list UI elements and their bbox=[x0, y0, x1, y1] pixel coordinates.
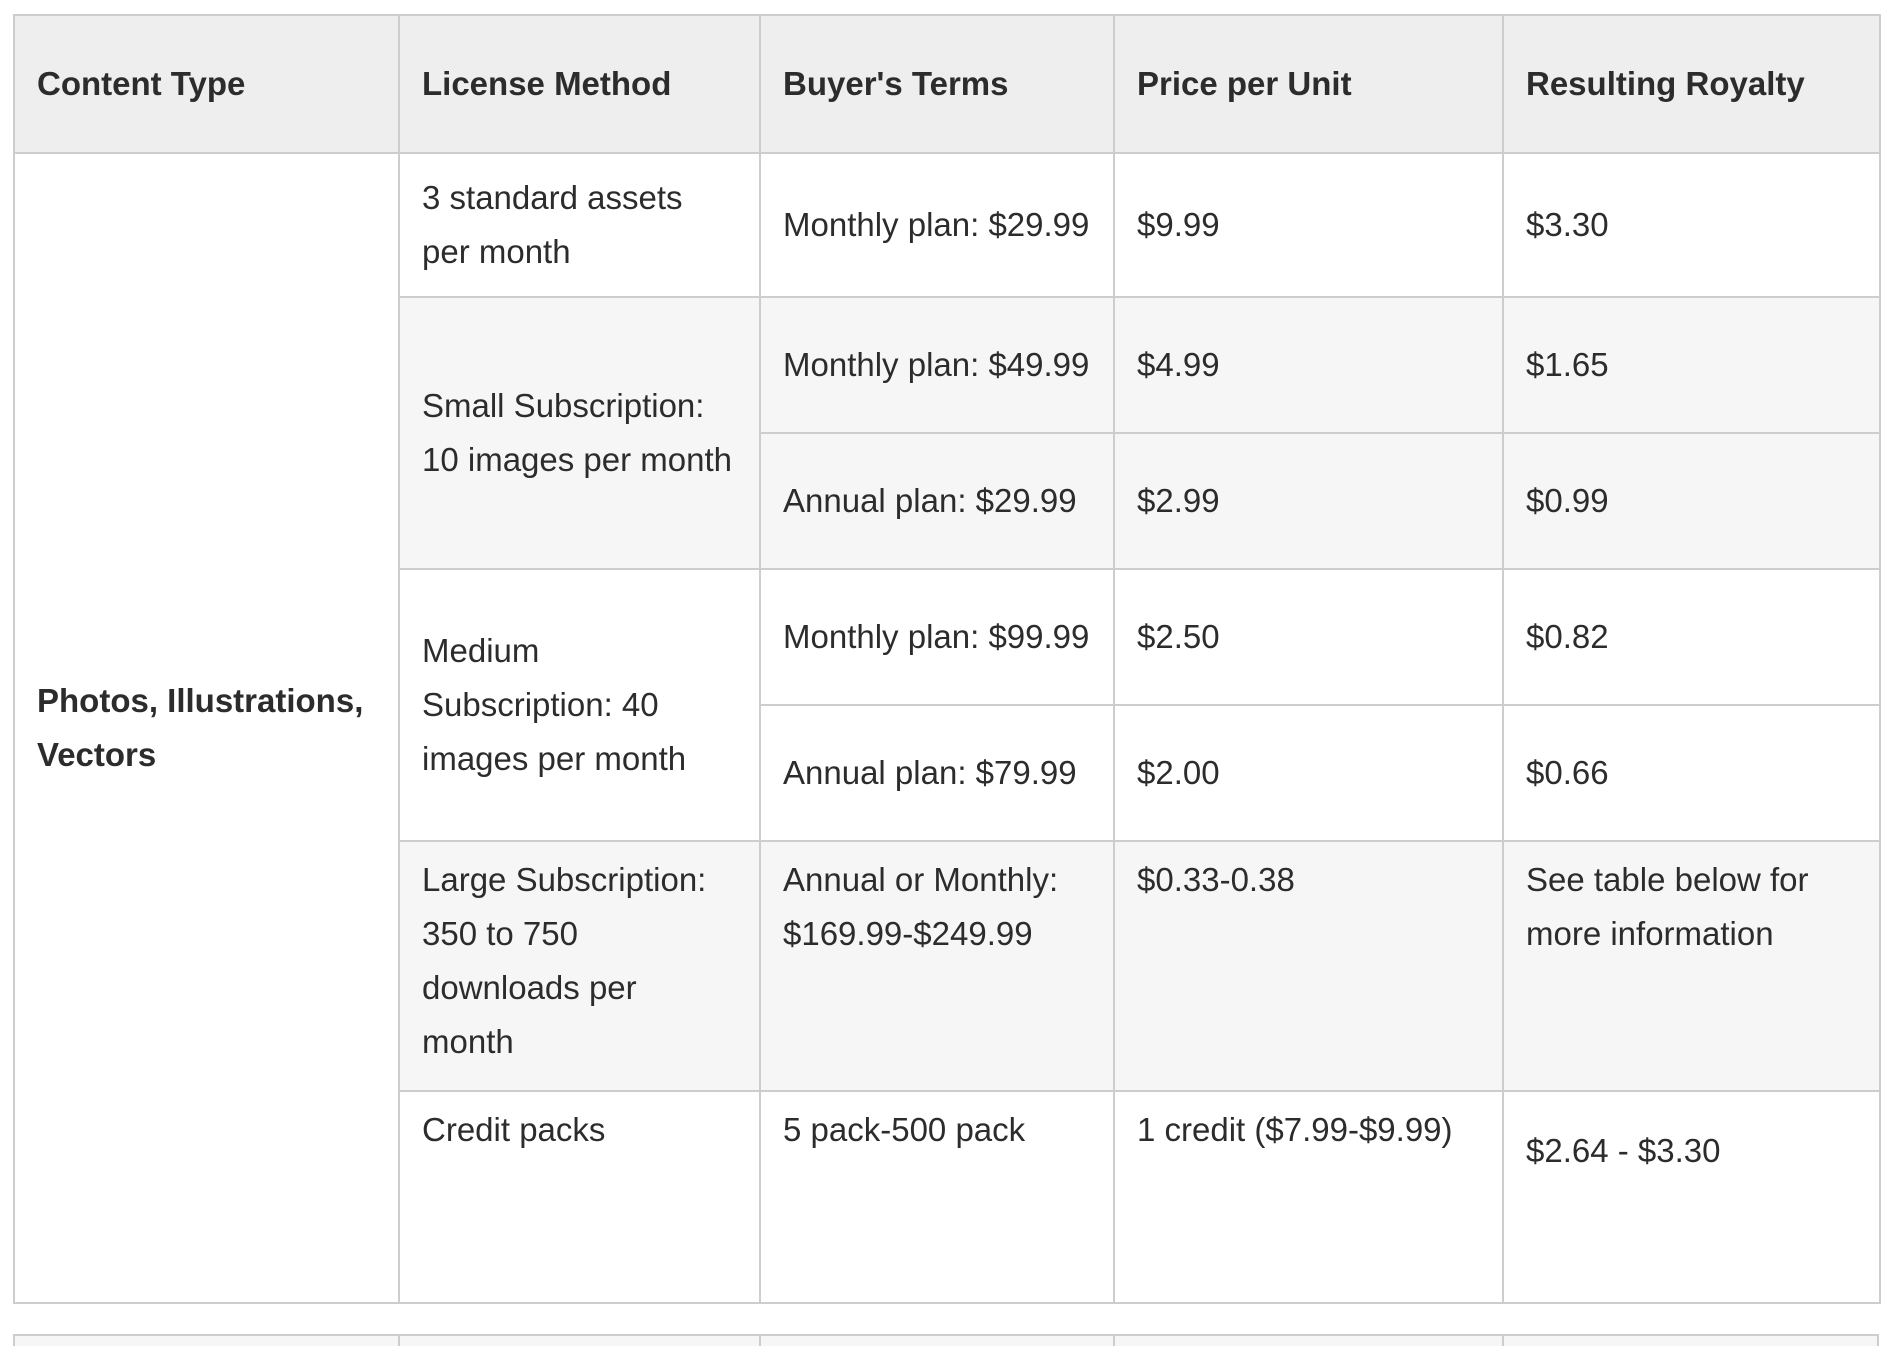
content-type-cell: Photos, Illustrations, Vectors bbox=[13, 152, 400, 1304]
price-per-unit-cell: $4.99 bbox=[1113, 296, 1504, 434]
license-method-cell: Medium Subscription: 40 images per month bbox=[398, 568, 761, 842]
next-row-cell-edge bbox=[398, 1334, 759, 1346]
license-method-cell: 3 standard assets per month bbox=[398, 152, 761, 298]
next-row-cell-edge bbox=[13, 1334, 398, 1346]
buyers-terms-cell: Monthly plan: $99.99 bbox=[759, 568, 1115, 706]
header-price-per-unit: Price per Unit bbox=[1113, 14, 1504, 154]
header-license-method: License Method bbox=[398, 14, 761, 154]
license-method-cell: Small Subscription: 10 images per month bbox=[398, 296, 761, 570]
buyers-terms-cell: 5 pack-500 pack bbox=[759, 1090, 1115, 1304]
resulting-royalty-cell: $3.30 bbox=[1502, 152, 1881, 298]
resulting-royalty-cell: $1.65 bbox=[1502, 296, 1881, 434]
price-per-unit-cell: $2.50 bbox=[1113, 568, 1504, 706]
buyers-terms-cell: Monthly plan: $49.99 bbox=[759, 296, 1115, 434]
header-content-type: Content Type bbox=[13, 14, 400, 154]
next-row-edge bbox=[13, 1334, 1879, 1346]
header-resulting-royalty: Resulting Royalty bbox=[1502, 14, 1881, 154]
buyers-terms-cell: Annual or Monthly: $169.99-$249.99 bbox=[759, 840, 1115, 1092]
price-per-unit-cell: $9.99 bbox=[1113, 152, 1504, 298]
price-per-unit-cell: $0.33-0.38 bbox=[1113, 840, 1504, 1092]
next-row-cell-edge bbox=[1113, 1334, 1502, 1346]
table-row: Photos, Illustrations, Vectors 3 standar… bbox=[13, 152, 1881, 1304]
buyers-terms-cell: Annual plan: $29.99 bbox=[759, 432, 1115, 570]
resulting-royalty-cell: $0.99 bbox=[1502, 432, 1881, 570]
next-row-cell-edge bbox=[759, 1334, 1113, 1346]
buyers-terms-cell: Annual plan: $79.99 bbox=[759, 704, 1115, 842]
license-method-cell: Credit packs bbox=[398, 1090, 761, 1304]
table-header-row: Content Type License Method Buyer's Term… bbox=[13, 14, 1881, 154]
price-per-unit-cell: 1 credit ($7.99-$9.99) bbox=[1113, 1090, 1504, 1304]
buyers-terms-cell: Monthly plan: $29.99 bbox=[759, 152, 1115, 298]
resulting-royalty-cell: $2.64 - $3.30 bbox=[1502, 1090, 1881, 1304]
header-buyers-terms: Buyer's Terms bbox=[759, 14, 1115, 154]
resulting-royalty-cell: $0.66 bbox=[1502, 704, 1881, 842]
price-per-unit-cell: $2.00 bbox=[1113, 704, 1504, 842]
price-per-unit-cell: $2.99 bbox=[1113, 432, 1504, 570]
royalty-table: Content Type License Method Buyer's Term… bbox=[13, 14, 1881, 1304]
next-row-cell-edge bbox=[1502, 1334, 1879, 1346]
license-method-cell: Large Subscription: 350 to 750 downloads… bbox=[398, 840, 761, 1092]
resulting-royalty-cell: $0.82 bbox=[1502, 568, 1881, 706]
royalty-table-container: Content Type License Method Buyer's Term… bbox=[13, 14, 1881, 1304]
resulting-royalty-cell: See table below for more information bbox=[1502, 840, 1881, 1092]
